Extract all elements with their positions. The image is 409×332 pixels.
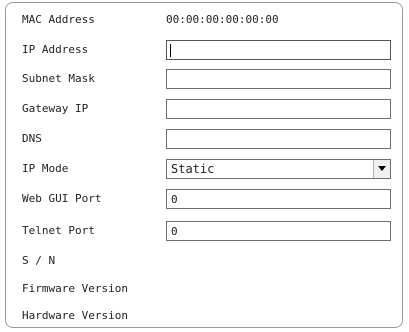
- web-gui-port-label: Web GUI Port: [22, 192, 102, 205]
- mac-address-row: MAC Address 00:00:00:00:00:00: [6, 7, 402, 33]
- ip-mode-label: IP Mode: [22, 162, 69, 175]
- telnet-port-input[interactable]: [166, 221, 391, 241]
- ip-mode-dropdown-button[interactable]: [373, 160, 390, 178]
- mac-address-label: MAC Address: [22, 13, 95, 26]
- subnet-mask-input[interactable]: [166, 69, 391, 89]
- subnet-mask-row: Subnet Mask: [6, 66, 402, 92]
- firmware-version-label: Firmware Version: [22, 282, 128, 295]
- firmware-version-row: Firmware Version: [6, 276, 402, 302]
- serial-number-row: S / N: [6, 248, 402, 274]
- ip-address-input[interactable]: [166, 40, 391, 60]
- web-gui-port-input[interactable]: [166, 189, 391, 209]
- gateway-ip-row: Gateway IP: [6, 96, 402, 122]
- mac-address-value: 00:00:00:00:00:00: [166, 13, 279, 26]
- ip-mode-row: IP Mode Static: [6, 156, 402, 182]
- ip-address-label: IP Address: [22, 43, 89, 56]
- hardware-version-row: Hardware Version: [6, 303, 402, 329]
- gateway-ip-label: Gateway IP: [22, 102, 89, 115]
- ip-mode-selected-value: Static: [171, 162, 215, 176]
- telnet-port-row: Telnet Port: [6, 218, 402, 244]
- dns-row: DNS: [6, 126, 402, 152]
- web-gui-port-row: Web GUI Port: [6, 186, 402, 212]
- telnet-port-label: Telnet Port: [22, 224, 95, 237]
- dns-input[interactable]: [166, 129, 391, 149]
- dns-label: DNS: [22, 132, 42, 145]
- network-settings-panel: MAC Address 00:00:00:00:00:00 IP Address…: [5, 2, 403, 328]
- ip-address-row: IP Address: [6, 37, 402, 63]
- subnet-mask-label: Subnet Mask: [22, 72, 95, 85]
- gateway-ip-input[interactable]: [166, 99, 391, 119]
- serial-number-label: S / N: [22, 254, 56, 267]
- text-cursor: [170, 44, 171, 57]
- chevron-down-icon: [378, 166, 386, 171]
- hardware-version-label: Hardware Version: [22, 309, 128, 322]
- ip-mode-select[interactable]: Static: [166, 159, 391, 179]
